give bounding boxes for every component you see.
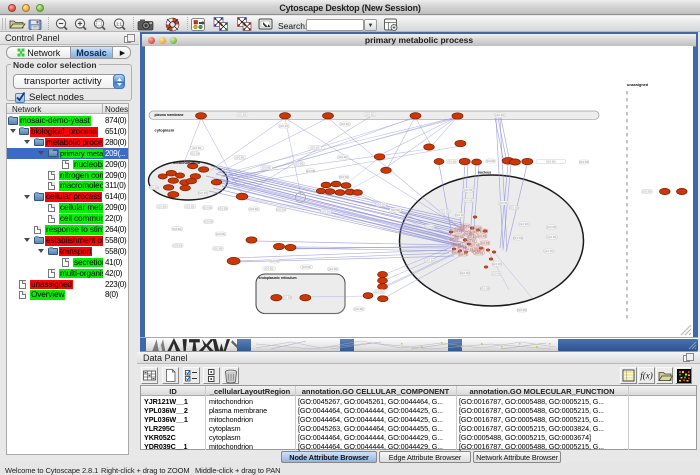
svg-text:endoplasmic reticulum: endoplasmic reticulum	[259, 276, 297, 280]
svg-text:[GO:00]: [GO:00]	[377, 204, 386, 207]
svg-text:[GO:00]: [GO:00]	[366, 114, 375, 117]
svg-text:[GO:00]: [GO:00]	[548, 236, 557, 239]
svg-text:[GO:00]: [GO:00]	[514, 237, 523, 240]
svg-text:[GO:00]: [GO:00]	[471, 244, 480, 247]
svg-text:[GO:00]: [GO:00]	[456, 214, 465, 217]
svg-text:[GO:00]: [GO:00]	[478, 235, 487, 238]
svg-text:[GO:00]: [GO:00]	[204, 221, 213, 224]
svg-text:[GO:00]: [GO:00]	[486, 160, 495, 163]
svg-text:[GO:00]: [GO:00]	[480, 230, 489, 233]
svg-text:[GO:00]: [GO:00]	[520, 223, 529, 226]
svg-text:[GO:00]: [GO:00]	[643, 191, 652, 194]
svg-text:[GO:00]: [GO:00]	[193, 147, 202, 150]
svg-text:cytoplasm: cytoplasm	[155, 128, 175, 133]
svg-text:[GO:00]: [GO:00]	[270, 260, 279, 263]
svg-text:[GO:00]: [GO:00]	[150, 187, 159, 190]
svg-text:[GO:00]: [GO:00]	[452, 251, 461, 254]
svg-text:[GO:00]: [GO:00]	[472, 250, 481, 253]
svg-text:[GO:00]: [GO:00]	[464, 200, 473, 203]
svg-text:[GO:00]: [GO:00]	[236, 157, 245, 160]
svg-text:[GO:00]: [GO:00]	[339, 156, 348, 159]
svg-text:[GO:00]: [GO:00]	[173, 228, 182, 231]
svg-text:[GO:00]: [GO:00]	[467, 240, 476, 243]
svg-text:[GO:00]: [GO:00]	[454, 230, 463, 233]
svg-text:[GO:00]: [GO:00]	[464, 189, 473, 192]
svg-text:[GO:00]: [GO:00]	[580, 161, 589, 164]
svg-text:[GO:00]: [GO:00]	[426, 260, 435, 263]
svg-text:[GO:00]: [GO:00]	[199, 192, 208, 195]
svg-text:[GO:00]: [GO:00]	[340, 176, 349, 179]
svg-text:[GO:00]: [GO:00]	[173, 245, 182, 248]
svg-text:[GO:00]: [GO:00]	[547, 161, 556, 164]
svg-text:[GO:00]: [GO:00]	[158, 206, 167, 209]
svg-text:nucleus: nucleus	[478, 171, 492, 175]
svg-text:[GO:00]: [GO:00]	[450, 238, 459, 241]
svg-text:[GO:00]: [GO:00]	[355, 308, 364, 311]
svg-text:[GO:00]: [GO:00]	[468, 236, 477, 239]
svg-text:[GO:00]: [GO:00]	[322, 211, 331, 214]
svg-text:[GO:00]: [GO:00]	[191, 153, 200, 156]
svg-text:[GO:00]: [GO:00]	[493, 263, 502, 266]
svg-text:[GO:00]: [GO:00]	[302, 266, 311, 269]
svg-text:[GO:00]: [GO:00]	[280, 125, 289, 128]
svg-text:[GO:00]: [GO:00]	[518, 309, 527, 312]
svg-text:f(x): f(x)	[640, 371, 653, 381]
svg-text:[GO:00]: [GO:00]	[262, 167, 271, 170]
svg-text:[GO:00]: [GO:00]	[214, 248, 223, 251]
svg-text:[GO:00]: [GO:00]	[441, 211, 450, 214]
svg-text:[GO:00]: [GO:00]	[461, 225, 470, 228]
svg-text:[GO:00]: [GO:00]	[461, 272, 470, 275]
svg-text:[GO:00]: [GO:00]	[391, 209, 400, 212]
svg-text:mitochondrion: mitochondrion	[173, 160, 201, 165]
svg-text:[GO:00]: [GO:00]	[277, 209, 286, 212]
svg-text:[GO:00]: [GO:00]	[481, 288, 490, 291]
svg-text:[GO:00]: [GO:00]	[216, 233, 225, 236]
svg-text:[GO:00]: [GO:00]	[375, 291, 384, 294]
svg-text:[GO:00]: [GO:00]	[203, 207, 212, 210]
svg-text:[GO:00]: [GO:00]	[238, 114, 247, 117]
svg-text:[GO:00]: [GO:00]	[219, 208, 228, 211]
svg-text:[GO:00]: [GO:00]	[250, 208, 259, 211]
svg-text:[GO:00]: [GO:00]	[341, 123, 350, 126]
svg-text:[GO:00]: [GO:00]	[458, 246, 467, 249]
svg-text:[GO:00]: [GO:00]	[547, 226, 556, 229]
svg-text:unassigned: unassigned	[627, 83, 649, 87]
svg-text:[GO:00]: [GO:00]	[265, 268, 274, 271]
svg-text:[GO:00]: [GO:00]	[311, 147, 320, 150]
svg-text:[GO:00]: [GO:00]	[295, 163, 304, 166]
svg-text:1:1: 1:1	[116, 21, 122, 26]
svg-text:[GO:00]: [GO:00]	[329, 268, 338, 271]
svg-text:[GO:00]: [GO:00]	[510, 207, 519, 210]
svg-text:[GO:00]: [GO:00]	[186, 206, 195, 209]
svg-text:[GO:00]: [GO:00]	[283, 297, 292, 300]
svg-text:[GO:00]: [GO:00]	[492, 273, 501, 276]
svg-text:[GO:00]: [GO:00]	[496, 114, 505, 117]
svg-text:[GO:00]: [GO:00]	[499, 202, 508, 205]
svg-text:[GO:00]: [GO:00]	[481, 242, 490, 245]
svg-text:[GO:00]: [GO:00]	[448, 161, 457, 164]
svg-text:[GO:00]: [GO:00]	[306, 170, 315, 173]
svg-text:[GO:00]: [GO:00]	[425, 226, 434, 229]
svg-text:[GO:00]: [GO:00]	[545, 250, 554, 253]
svg-text:plasma membrane: plasma membrane	[155, 113, 184, 117]
